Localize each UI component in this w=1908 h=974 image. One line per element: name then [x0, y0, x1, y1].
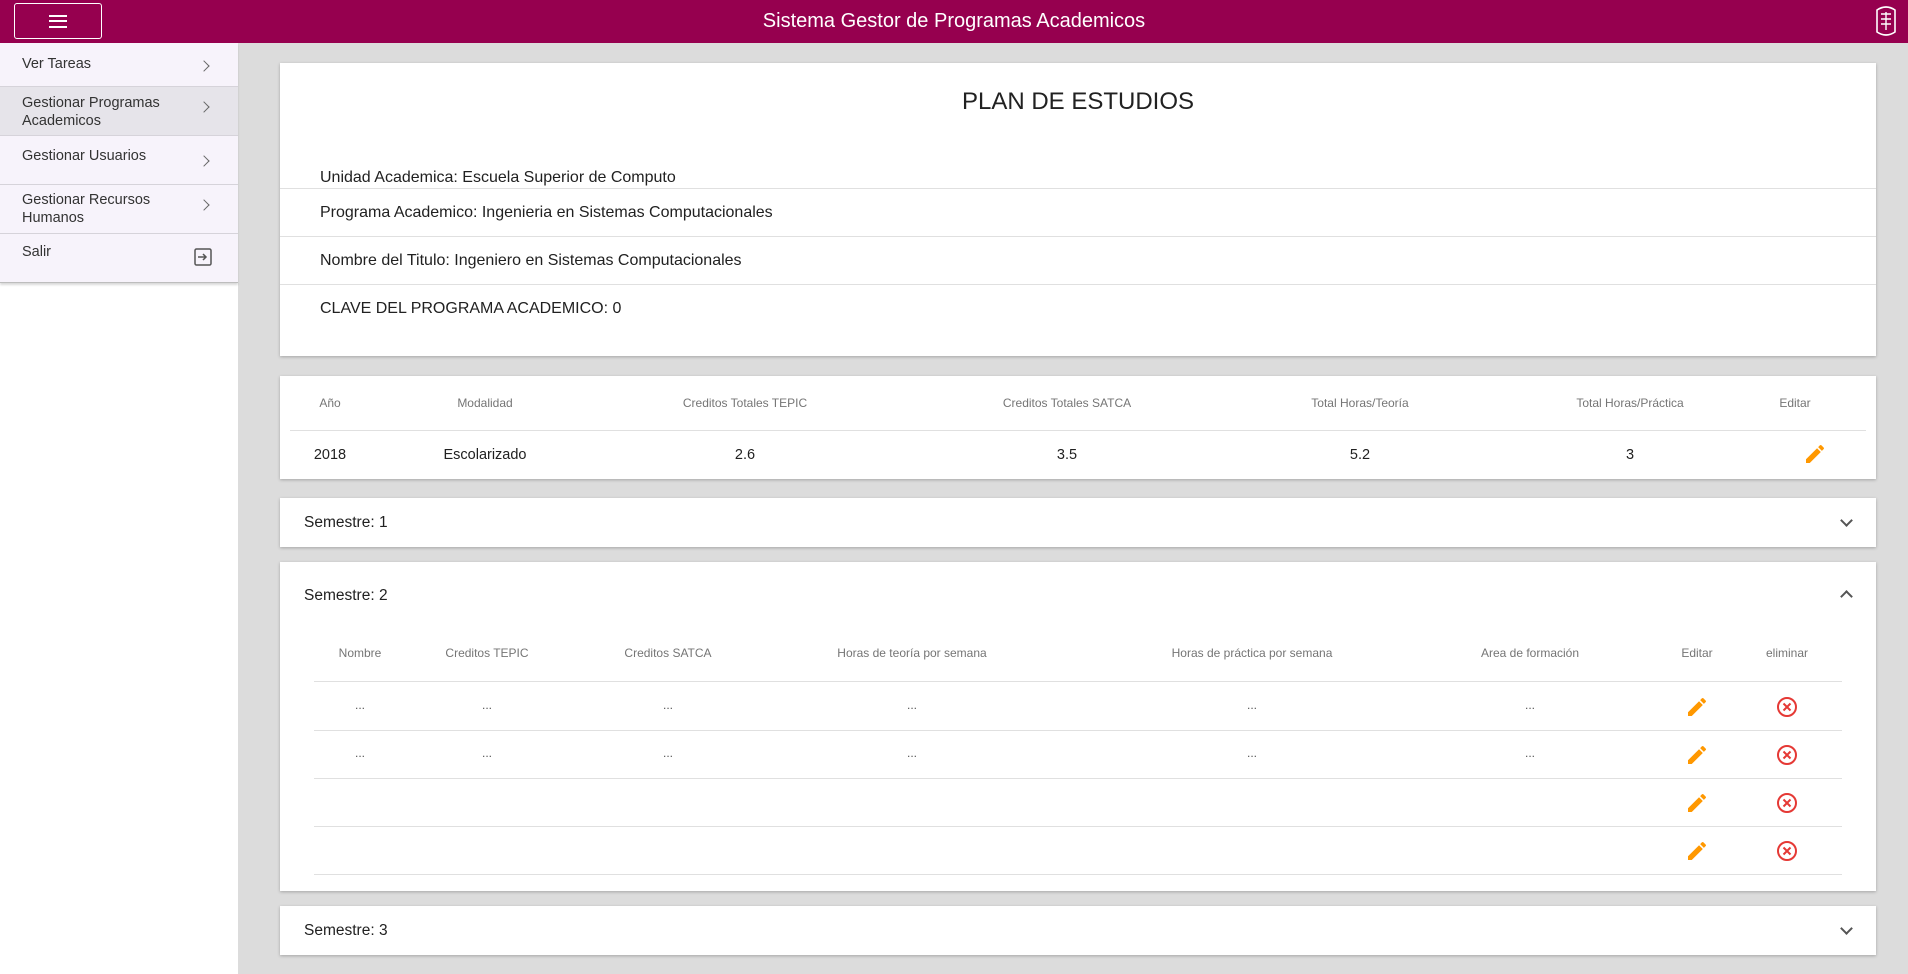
- sidebar-item-gestionar-usuarios[interactable]: Gestionar Usuarios: [0, 136, 238, 185]
- column-header: Creditos TEPIC: [445, 646, 529, 660]
- divider: [314, 730, 1842, 731]
- divider: [314, 681, 1842, 682]
- clave-programa: CLAVE DEL PROGRAMA ACADEMICO: 0: [280, 284, 1876, 332]
- summary-table-card: Año Modalidad Creditos Totales TEPIC Cre…: [280, 376, 1876, 479]
- table-cell: ...: [906, 698, 917, 712]
- column-header: Area de formación: [1480, 646, 1580, 660]
- table-cell: ...: [1524, 698, 1535, 712]
- column-header: Total Horas/Práctica: [1576, 396, 1684, 410]
- chevron-right-icon: [198, 155, 210, 167]
- table-cell: 5.2: [1349, 447, 1371, 463]
- chevron-down-icon: [1840, 922, 1853, 935]
- sidebar-item-gestionar-recursos[interactable]: Gestionar Recursos Humanos: [0, 185, 238, 234]
- semester-2-panel: Semestre: 2 Nombre Creditos TEPIC Credit…: [280, 562, 1876, 891]
- column-header: eliminar: [1765, 646, 1808, 660]
- delete-circle-x-icon[interactable]: [1775, 695, 1799, 719]
- page-title: PLAN DE ESTUDIOS: [961, 88, 1195, 115]
- sidebar: Ver Tareas Gestionar Programas Academico…: [0, 43, 238, 974]
- sidebar-item-label: Salir: [22, 244, 52, 260]
- delete-circle-x-icon[interactable]: [1775, 743, 1799, 767]
- divider: [314, 778, 1842, 779]
- sidebar-nav: Ver Tareas Gestionar Programas Academico…: [0, 43, 238, 283]
- table-cell: ...: [1524, 746, 1535, 760]
- sidebar-item-label: Gestionar Usuarios: [22, 148, 147, 164]
- table-cell: ...: [481, 698, 492, 712]
- table-cell: ...: [662, 698, 673, 712]
- table-cell: ...: [1246, 698, 1257, 712]
- column-header: Total Horas/Teoría: [1311, 396, 1409, 410]
- edit-pencil-icon[interactable]: [1685, 695, 1709, 719]
- delete-circle-x-icon[interactable]: [1775, 839, 1799, 863]
- edit-pencil-icon[interactable]: [1685, 743, 1709, 767]
- table-cell: ...: [1246, 746, 1257, 760]
- sidebar-item-label: Ver Tareas: [22, 56, 92, 72]
- table-cell: ...: [662, 746, 673, 760]
- app-title: Sistema Gestor de Programas Academicos: [762, 10, 1146, 32]
- column-header: Año: [319, 396, 341, 410]
- chevron-right-icon: [198, 60, 210, 72]
- table-cell: ...: [906, 746, 917, 760]
- semester-label: Semestre: 2: [304, 587, 388, 604]
- edit-pencil-icon[interactable]: [1685, 839, 1709, 863]
- table-cell: 3.5: [1056, 447, 1078, 463]
- column-header: Editar: [1779, 396, 1811, 410]
- table-cell: 3: [1625, 447, 1635, 463]
- column-header: Nombre: [338, 646, 382, 660]
- table-cell: Escolarizado: [443, 447, 527, 463]
- edit-pencil-icon[interactable]: [1803, 442, 1827, 466]
- column-header: Editar: [1681, 646, 1713, 660]
- sidebar-item-gestionar-programas[interactable]: Gestionar Programas Academicos: [0, 87, 238, 136]
- table-cell: 2.6: [734, 447, 756, 463]
- column-header: Creditos SATCA: [624, 646, 712, 660]
- semester-label: Semestre: 3: [304, 922, 388, 939]
- divider: [314, 826, 1842, 827]
- semester-3-panel[interactable]: Semestre: 3: [280, 906, 1876, 955]
- semester-label: Semestre: 1: [304, 514, 388, 531]
- column-header: Creditos Totales SATCA: [1002, 396, 1132, 410]
- delete-circle-x-icon[interactable]: [1775, 791, 1799, 815]
- chevron-right-icon: [198, 199, 210, 211]
- nombre-titulo: Nombre del Titulo: Ingeniero en Sistemas…: [280, 236, 1876, 284]
- column-header: Horas de teoría por semana: [837, 646, 987, 660]
- table-cell: ...: [354, 746, 365, 760]
- programa-academico: Programa Academico: Ingenieria en Sistem…: [280, 188, 1876, 236]
- column-header: Horas de práctica por semana: [1171, 646, 1333, 660]
- chevron-right-icon: [198, 101, 210, 113]
- sidebar-item-salir[interactable]: Salir: [0, 234, 238, 282]
- table-cell: ...: [354, 698, 365, 712]
- sidebar-item-label: Gestionar Programas Academicos: [22, 95, 160, 129]
- ipn-logo-icon: [1876, 6, 1896, 36]
- exit-icon: [194, 248, 212, 266]
- edit-pencil-icon[interactable]: [1685, 791, 1709, 815]
- table-cell: 2018: [313, 447, 347, 463]
- semester-1-panel[interactable]: Semestre: 1: [280, 498, 1876, 547]
- column-header: Creditos Totales TEPIC: [682, 396, 808, 410]
- divider: [314, 874, 1842, 875]
- divider: [290, 430, 1866, 431]
- top-app-bar: Sistema Gestor de Programas Academicos: [0, 0, 1908, 43]
- plan-info-card: PLAN DE ESTUDIOS Unidad Academica: Escue…: [280, 63, 1876, 356]
- chevron-down-icon: [1840, 514, 1853, 527]
- table-cell: ...: [481, 746, 492, 760]
- sidebar-item-ver-tareas[interactable]: Ver Tareas: [0, 43, 238, 87]
- sidebar-item-label: Gestionar Recursos Humanos: [22, 192, 151, 226]
- chevron-up-icon[interactable]: [1840, 590, 1853, 603]
- column-header: Modalidad: [457, 396, 513, 410]
